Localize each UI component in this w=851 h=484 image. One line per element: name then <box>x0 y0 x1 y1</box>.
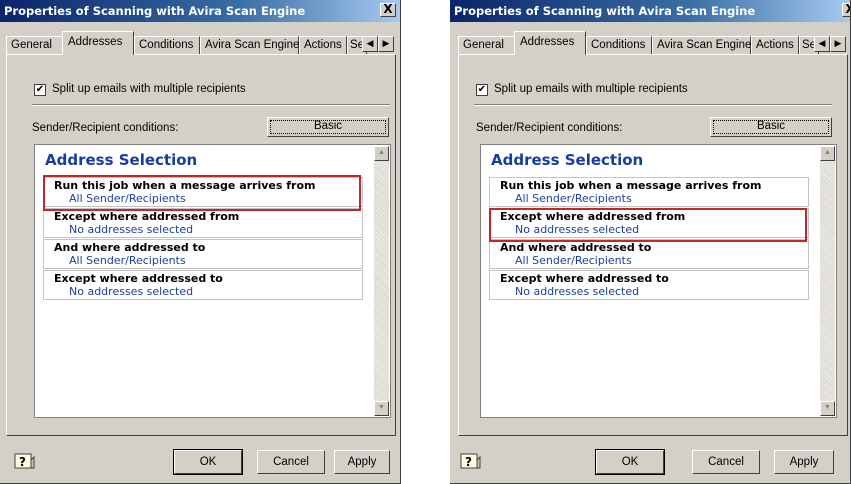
split-emails-checkbox[interactable]: ✔ <box>34 84 46 96</box>
tab-addresses[interactable]: Addresses <box>514 31 586 55</box>
properties-dialog-2: Properties of Scanning with Avira Scan E… <box>450 0 851 484</box>
cancel-button[interactable]: Cancel <box>692 450 760 474</box>
tab-avira-scan-engine[interactable]: Avira Scan Engine <box>652 36 751 54</box>
ok-button[interactable]: OK <box>595 449 665 475</box>
title-bar: Properties of Scanning with Avira Scan E… <box>0 0 400 22</box>
title-bar: Properties of Scanning with Avira Scan E… <box>450 0 850 22</box>
arrow-up-icon[interactable]: ▲ <box>374 146 389 161</box>
item-title: Except where addressed to <box>500 272 669 285</box>
conditions-label: Sender/Recipient conditions: <box>476 122 623 134</box>
address-item-run-from[interactable]: Run this job when a message arrives from… <box>489 177 809 207</box>
separator <box>32 104 390 106</box>
arrow-down-icon[interactable]: ▼ <box>374 401 389 416</box>
arrow-left-icon[interactable]: ◀ <box>814 36 830 52</box>
arrow-left-icon[interactable]: ◀ <box>362 36 378 52</box>
dialog-title: Properties of Scanning with Avira Scan E… <box>4 4 306 18</box>
conditions-label: Sender/Recipient conditions: <box>32 122 179 134</box>
item-value-link[interactable]: No addresses selected <box>515 285 639 298</box>
split-emails-label: Split up emails with multiple recipients <box>494 83 688 95</box>
address-item-and-to[interactable]: And where addressed to All Sender/Recipi… <box>489 239 809 269</box>
item-value-link[interactable]: All Sender/Recipients <box>69 254 186 267</box>
arrow-down-icon[interactable]: ▼ <box>820 401 835 416</box>
split-emails-checkbox[interactable]: ✔ <box>476 84 488 96</box>
properties-dialog-1: Properties of Scanning with Avira Scan E… <box>0 0 401 484</box>
item-title: And where addressed to <box>500 241 652 254</box>
address-item-except-to[interactable]: Except where addressed to No addresses s… <box>489 270 809 300</box>
help-icon[interactable]: ? <box>14 452 36 472</box>
tab-avira-scan-engine[interactable]: Avira Scan Engine <box>200 36 299 54</box>
highlight-box <box>43 175 361 211</box>
address-selection-panel: Address Selection Run this job when a me… <box>34 144 391 418</box>
address-selection-title: Address Selection <box>45 151 198 169</box>
address-selection-panel: Address Selection Run this job when a me… <box>480 144 837 418</box>
item-value-link[interactable]: No addresses selected <box>69 285 193 298</box>
apply-button[interactable]: Apply <box>774 450 834 474</box>
svg-text:?: ? <box>19 455 26 469</box>
arrow-right-icon[interactable]: ▶ <box>830 36 846 52</box>
dialog-title: Properties of Scanning with Avira Scan E… <box>454 4 756 18</box>
vertical-scrollbar[interactable]: ▲ ▼ <box>374 146 389 416</box>
item-title: And where addressed to <box>54 241 206 254</box>
tab-actions[interactable]: Actions <box>751 36 799 54</box>
separator <box>474 104 832 106</box>
tab-strip: General Addresses Conditions Avira Scan … <box>6 30 396 55</box>
item-value-link[interactable]: All Sender/Recipients <box>515 254 632 267</box>
tab-general[interactable]: General <box>6 36 63 54</box>
arrow-right-icon[interactable]: ▶ <box>378 36 394 52</box>
item-title: Except where addressed from <box>54 210 240 223</box>
tab-conditions[interactable]: Conditions <box>134 36 200 54</box>
tab-general[interactable]: General <box>458 36 515 54</box>
item-title: Run this job when a message arrives from <box>500 179 762 192</box>
basic-button[interactable]: Basic <box>710 117 832 137</box>
help-icon[interactable]: ? <box>460 452 482 472</box>
highlight-box <box>489 208 807 242</box>
address-item-and-to[interactable]: And where addressed to All Sender/Recipi… <box>43 239 363 269</box>
tab-conditions[interactable]: Conditions <box>586 36 652 54</box>
vertical-scrollbar[interactable]: ▲ ▼ <box>820 146 835 416</box>
close-icon[interactable]: X <box>842 3 850 17</box>
split-emails-label: Split up emails with multiple recipients <box>52 83 246 95</box>
address-item-except-to[interactable]: Except where addressed to No addresses s… <box>43 270 363 300</box>
address-selection-title: Address Selection <box>491 151 644 169</box>
tab-addresses[interactable]: Addresses <box>62 31 134 55</box>
apply-button[interactable]: Apply <box>334 450 390 474</box>
address-item-except-from[interactable]: Except where addressed from No addresses… <box>43 208 363 238</box>
ok-button[interactable]: OK <box>173 449 243 475</box>
cancel-button[interactable]: Cancel <box>257 450 325 474</box>
svg-text:?: ? <box>465 455 472 469</box>
close-icon[interactable]: X <box>380 3 396 17</box>
item-value-link[interactable]: All Sender/Recipients <box>515 192 632 205</box>
basic-button[interactable]: Basic <box>267 117 389 137</box>
arrow-up-icon[interactable]: ▲ <box>820 146 835 161</box>
tab-actions[interactable]: Actions <box>299 36 347 54</box>
item-value-link[interactable]: No addresses selected <box>69 223 193 236</box>
item-title: Except where addressed to <box>54 272 223 285</box>
tab-strip: General Addresses Conditions Avira Scan … <box>458 30 848 55</box>
